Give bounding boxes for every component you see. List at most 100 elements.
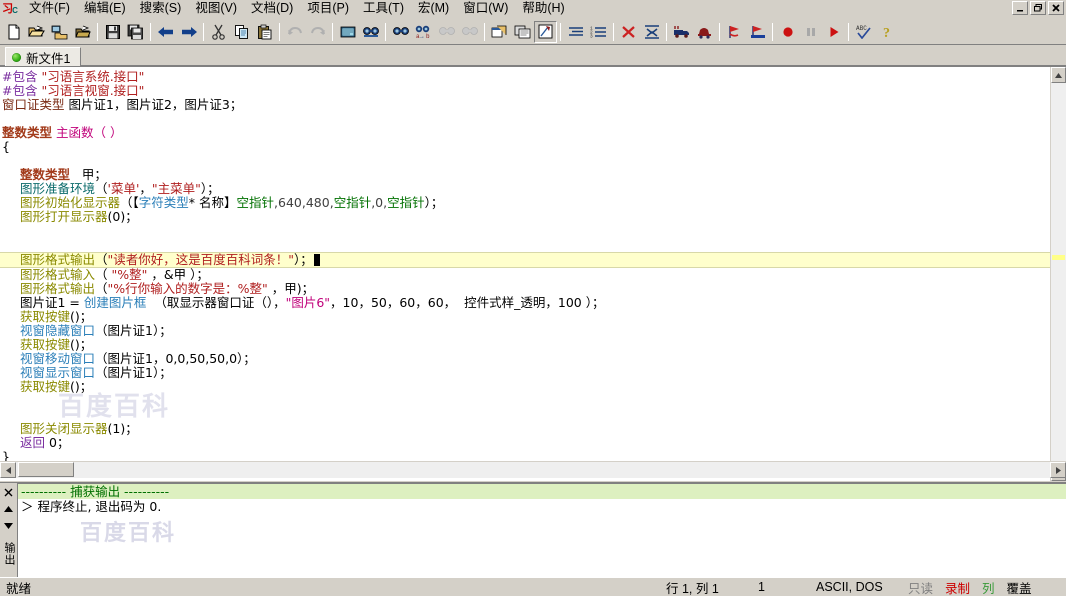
code-line[interactable]: 获取按键()； bbox=[0, 310, 1050, 324]
build-icon[interactable] bbox=[693, 21, 716, 43]
code-line[interactable]: 获取按键()； bbox=[0, 338, 1050, 352]
editor-horizontal-scrollbar[interactable] bbox=[0, 461, 1066, 478]
code-line[interactable]: 整数类型 甲； bbox=[0, 168, 1050, 182]
menu-macro[interactable]: 宏(M) bbox=[411, 0, 456, 18]
delete-icon[interactable] bbox=[617, 21, 640, 43]
code-line[interactable] bbox=[0, 408, 1050, 422]
print-preview-icon[interactable] bbox=[336, 21, 359, 43]
compile-icon[interactable] bbox=[670, 21, 693, 43]
code-line[interactable]: 图形打开显示器(0)； bbox=[0, 210, 1050, 224]
status-overwrite[interactable]: 覆盖 bbox=[1001, 578, 1038, 596]
vertical-scroll-track[interactable] bbox=[1051, 83, 1066, 465]
run-macro-icon[interactable] bbox=[534, 20, 557, 43]
code-line[interactable]: #包含 "习语言视窗.接口" bbox=[0, 84, 1050, 98]
editor-vertical-scrollbar[interactable] bbox=[1050, 67, 1066, 481]
tab-new-file-1[interactable]: 新文件1 bbox=[5, 47, 82, 66]
run-icon[interactable] bbox=[822, 21, 845, 43]
menu-view[interactable]: 视图(V) bbox=[188, 0, 244, 18]
status-readonly[interactable]: 只读 bbox=[902, 578, 939, 596]
svg-text:?: ? bbox=[883, 26, 890, 39]
scroll-up-icon[interactable] bbox=[1, 502, 16, 516]
status-column-mode[interactable]: 列 bbox=[976, 578, 1001, 596]
code-token: "图片6" bbox=[285, 295, 331, 310]
save-icon[interactable] bbox=[101, 21, 124, 43]
menu-tools[interactable]: 工具(T) bbox=[356, 0, 411, 18]
code-line[interactable]: 图形格式输入（ "%整" ，&甲 ）； bbox=[0, 268, 1050, 282]
code-line[interactable]: 图形准备环境（'菜单'，"主菜单"）； bbox=[0, 182, 1050, 196]
scroll-down-icon[interactable] bbox=[1, 519, 16, 533]
code-line[interactable]: 图形关闭显示器(1)； bbox=[0, 422, 1050, 436]
menu-project[interactable]: 项目(P) bbox=[300, 0, 356, 18]
code-token: 空指针 bbox=[333, 195, 372, 210]
line-numbers-icon[interactable]: 123 bbox=[587, 21, 610, 43]
collapse-icon[interactable] bbox=[640, 21, 663, 43]
save-all-icon[interactable] bbox=[124, 21, 147, 43]
code-editor[interactable]: 百度百科 #包含 "习语言系统.接口" #包含 "习语言视窗.接口" 窗口证类型 图… bbox=[0, 67, 1050, 481]
code-token: 窗口证类型 bbox=[2, 97, 65, 112]
code-token: '菜单' bbox=[107, 181, 140, 196]
help-icon[interactable]: ? bbox=[875, 21, 898, 43]
output-text[interactable]: 百度百科 ---------- 捕获输出 ---------- ＞ 程序终止, 退… bbox=[17, 483, 1066, 577]
window-tile-icon[interactable] bbox=[488, 21, 511, 43]
code-line[interactable]: 图片证1 = 创建图片框 （取显示器窗口证（），"图片6"，10，50，60，6… bbox=[0, 296, 1050, 310]
menu-help[interactable]: 帮助(H) bbox=[515, 0, 571, 18]
code-line[interactable] bbox=[0, 154, 1050, 168]
code-line[interactable]: 获取按键()； bbox=[0, 380, 1050, 394]
horizontal-scroll-track[interactable] bbox=[16, 462, 1050, 478]
debug-icon[interactable] bbox=[723, 21, 746, 43]
code-line[interactable]: 图形格式输出（"读者你好，这是百度百科词条！"）； bbox=[0, 252, 1050, 268]
menu-file[interactable]: 文件(F) bbox=[22, 0, 77, 18]
code-token: 视窗隐藏窗口 bbox=[20, 323, 96, 338]
menu-document[interactable]: 文档(D) bbox=[244, 0, 300, 18]
restore-icon[interactable] bbox=[1030, 1, 1046, 15]
open-network-file-icon[interactable] bbox=[48, 21, 71, 43]
back-arrow-icon[interactable] bbox=[154, 21, 177, 43]
code-token: 图片证1，图片证2，图片证3； bbox=[64, 97, 243, 112]
code-line[interactable]: 图形初始化显示器（【字符类型* 名称】空指针,640,480,空指针,0,空指针… bbox=[0, 196, 1050, 210]
code-line[interactable]: #包含 "习语言系统.接口" bbox=[0, 70, 1050, 84]
find-next-icon[interactable] bbox=[389, 21, 412, 43]
toolbar-separator bbox=[610, 22, 617, 42]
find-icon[interactable] bbox=[359, 21, 382, 43]
indent-lines-icon[interactable] bbox=[564, 21, 587, 43]
paste-icon[interactable] bbox=[253, 21, 276, 43]
menu-edit[interactable]: 编辑(E) bbox=[77, 0, 133, 18]
record-icon[interactable] bbox=[776, 21, 799, 43]
code-token: ，10，50，60，60， 控件式样_透明，100 ）； bbox=[330, 295, 605, 310]
scroll-up-button[interactable] bbox=[1051, 67, 1066, 83]
window-cascade-icon[interactable] bbox=[511, 21, 534, 43]
code-line[interactable]: { bbox=[0, 140, 1050, 154]
close-icon[interactable] bbox=[1, 485, 16, 499]
code-line[interactable]: 窗口证类型 图片证1，图片证2，图片证3； bbox=[0, 98, 1050, 112]
open-project-icon[interactable] bbox=[71, 21, 94, 43]
copy-icon[interactable] bbox=[230, 21, 253, 43]
horizontal-scroll-thumb[interactable] bbox=[18, 462, 74, 477]
spell-check-icon[interactable]: ABC bbox=[852, 21, 875, 43]
code-line[interactable]: 视窗隐藏窗口（图片证1）； bbox=[0, 324, 1050, 338]
scroll-left-button[interactable] bbox=[0, 462, 16, 478]
replace-icon[interactable]: a → b bbox=[412, 21, 435, 43]
status-record[interactable]: 录制 bbox=[939, 578, 976, 596]
cut-icon[interactable] bbox=[207, 21, 230, 43]
scroll-right-button[interactable] bbox=[1050, 462, 1066, 478]
open-file-icon[interactable] bbox=[25, 21, 48, 43]
code-line[interactable] bbox=[0, 112, 1050, 126]
close-icon[interactable] bbox=[1048, 1, 1064, 15]
debug-run-icon[interactable] bbox=[746, 21, 769, 43]
minimize-icon[interactable] bbox=[1012, 1, 1028, 15]
code-line[interactable]: 图形格式输出（"%行你输入的数字是：%整" ，甲)； bbox=[0, 282, 1050, 296]
xi-language-icon: 习C bbox=[2, 2, 18, 15]
code-token: ,640,480, bbox=[274, 195, 334, 210]
code-line[interactable] bbox=[0, 224, 1050, 238]
new-file-icon[interactable] bbox=[2, 21, 25, 43]
code-line[interactable]: 返回 0； bbox=[0, 436, 1050, 450]
forward-arrow-icon[interactable] bbox=[177, 21, 200, 43]
code-line[interactable]: 视窗移动窗口（图片证1，0,0,50,50,0）； bbox=[0, 352, 1050, 366]
code-line[interactable] bbox=[0, 394, 1050, 408]
code-line[interactable]: 整数类型 主函数（ ） bbox=[0, 126, 1050, 140]
code-line[interactable]: 视窗显示窗口（图片证1）； bbox=[0, 366, 1050, 380]
toolbar-separator bbox=[716, 22, 723, 42]
code-line[interactable] bbox=[0, 238, 1050, 252]
menu-window[interactable]: 窗口(W) bbox=[456, 0, 515, 18]
menu-search[interactable]: 搜索(S) bbox=[133, 0, 189, 18]
